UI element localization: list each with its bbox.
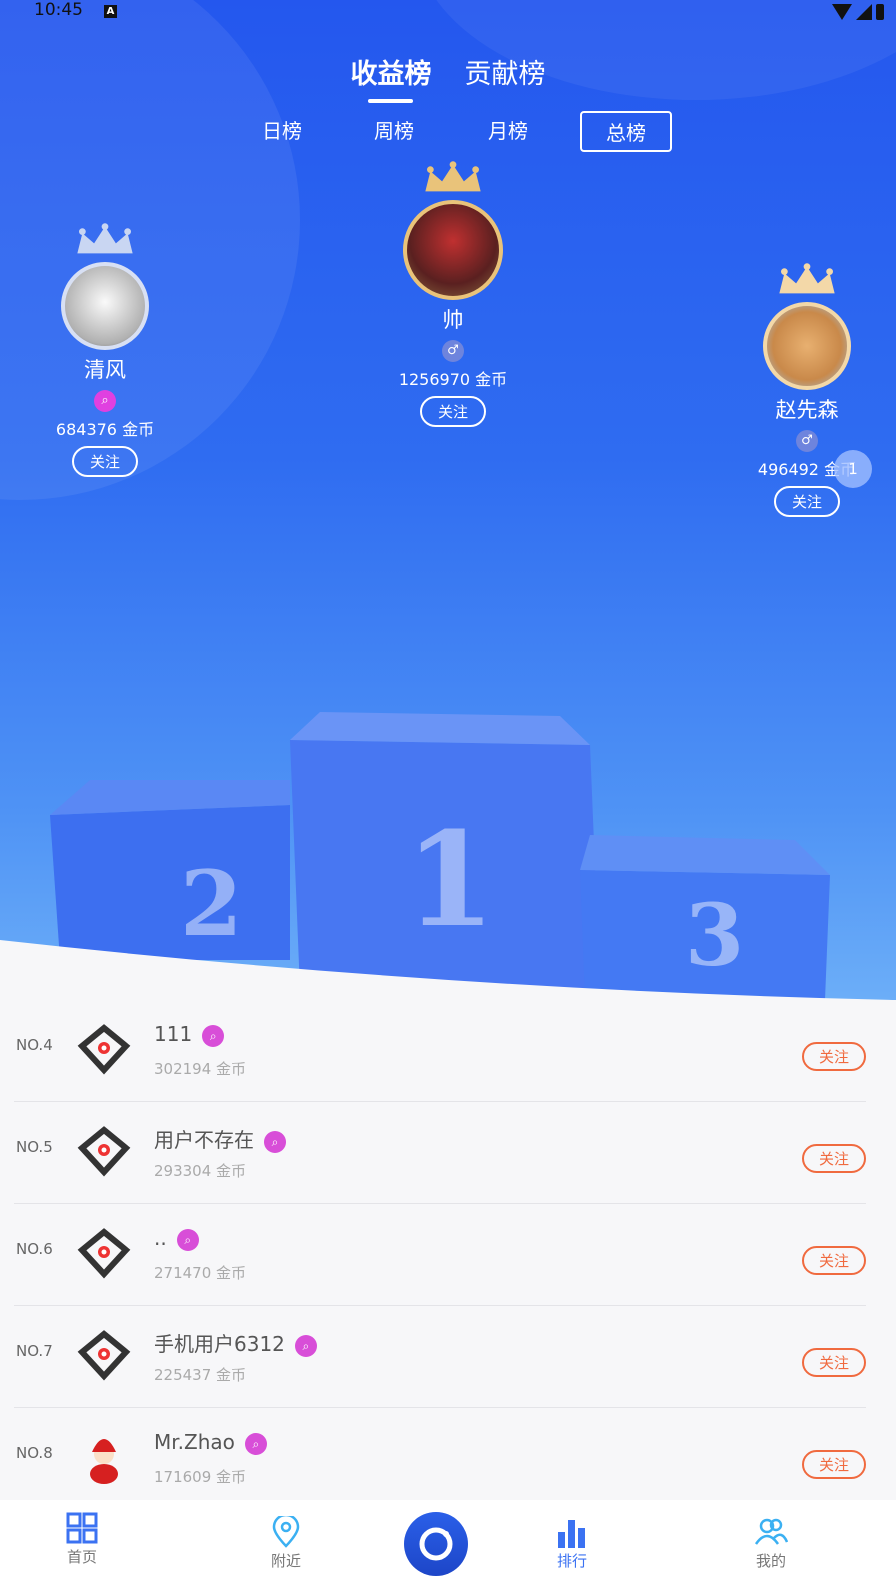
crown-icon — [425, 161, 481, 192]
status-time: 10:45 — [34, 0, 83, 20]
rank-number: NO.5 — [16, 1138, 53, 1156]
tab-label: 我的 — [755, 1552, 786, 1570]
avatar — [77, 1330, 131, 1381]
avatar — [77, 1228, 131, 1279]
camera-icon — [419, 1527, 453, 1561]
user-coins: 293304 金币 — [154, 1162, 247, 1180]
sim-icon: A — [104, 5, 117, 18]
tab-label: 排行 — [556, 1552, 587, 1570]
avatar — [90, 1439, 118, 1484]
avatar[interactable] — [61, 262, 149, 350]
tab-nearby[interactable]: 附近 — [270, 1516, 302, 1571]
avatar — [77, 1024, 131, 1075]
user-name: .. ⌕ — [154, 1226, 199, 1251]
rank-number: NO.6 — [16, 1240, 53, 1258]
crown-icon — [779, 263, 835, 294]
crown-icon — [77, 223, 133, 254]
user-name: 赵先森 — [775, 398, 839, 422]
follow-button[interactable]: 关注 — [801, 1450, 866, 1479]
signal-icon — [856, 4, 872, 20]
user-name: 帅 — [442, 308, 464, 332]
user-coins: 1256970 金币 — [398, 370, 508, 389]
gender-icon: ♂ — [796, 430, 818, 452]
list-item[interactable]: NO.5 用户不存在 ⌕ 293304 金币 关注 — [14, 1102, 866, 1204]
user-coins: 302194 金币 — [154, 1060, 247, 1078]
search-badge-icon: ⌕ — [202, 1024, 225, 1047]
tab-home[interactable]: 首页 — [66, 1512, 98, 1567]
follow-button[interactable]: 关注 — [773, 486, 840, 517]
search-badge-icon: ⌕ — [244, 1432, 267, 1455]
search-badge-icon: ⌕ — [176, 1228, 199, 1251]
tab-contribution[interactable]: 贡献榜 — [465, 52, 546, 91]
user-coins: 171609 金币 — [154, 1468, 247, 1486]
list-item[interactable]: NO.7 手机用户6312 ⌕ 225437 金币 关注 — [14, 1306, 866, 1408]
user-coins: 225437 金币 — [154, 1366, 247, 1384]
period-total[interactable]: 总榜 — [580, 111, 672, 152]
list-item[interactable]: NO.8 Mr.Zhao ⌕ 171609 金币 关注 — [14, 1408, 866, 1510]
rank-number: NO.8 — [16, 1444, 53, 1462]
tab-label: 附近 — [270, 1552, 301, 1570]
follow-button[interactable]: 关注 — [801, 1246, 866, 1275]
user-name: 手机用户6312 ⌕ — [154, 1328, 317, 1357]
user-name: 清风 — [84, 358, 126, 382]
search-badge-icon: ⌕ — [94, 390, 116, 412]
list-item[interactable]: NO.4 111 ⌕ 302194 金币 关注 — [14, 1000, 866, 1102]
period-day[interactable]: 日榜 — [262, 115, 302, 144]
follow-button[interactable]: 关注 — [801, 1348, 866, 1377]
tab-mine[interactable]: 我的 — [754, 1516, 788, 1571]
gender-icon: ♂ — [442, 340, 464, 362]
camera-button[interactable] — [404, 1512, 468, 1576]
period-month[interactable]: 月榜 — [488, 115, 528, 144]
users-icon — [754, 1518, 788, 1545]
follow-button[interactable]: 关注 — [71, 446, 138, 477]
user-name: Mr.Zhao ⌕ — [154, 1430, 267, 1455]
user-coins: 271470 金币 — [154, 1264, 247, 1282]
search-badge-icon: ⌕ — [264, 1130, 286, 1153]
search-badge-icon: ⌕ — [294, 1334, 317, 1357]
follow-button[interactable]: 关注 — [801, 1144, 866, 1173]
tab-income[interactable]: 收益榜 — [350, 52, 431, 103]
battery-icon — [876, 4, 884, 20]
bar-chart-icon — [558, 1520, 585, 1548]
floating-badge[interactable]: 1 — [834, 450, 872, 488]
avatar[interactable] — [403, 200, 503, 300]
avatar[interactable] — [763, 302, 851, 390]
location-icon — [272, 1516, 300, 1548]
rank-list: NO.4 111 ⌕ 302194 金币 关注 NO.5 用户不存在 ⌕ 29330… — [0, 1000, 896, 1510]
avatar — [77, 1126, 131, 1177]
tab-rank[interactable]: 排行 — [556, 1518, 588, 1571]
rank-number: NO.4 — [16, 1036, 53, 1054]
period-week[interactable]: 周榜 — [374, 115, 414, 144]
status-bar: 10:45 A — [0, 0, 896, 26]
grid-icon — [66, 1512, 98, 1544]
rank-number: NO.7 — [16, 1342, 53, 1360]
follow-button[interactable]: 关注 — [419, 396, 486, 427]
user-name: 用户不存在 ⌕ — [154, 1124, 286, 1153]
wifi-icon — [832, 4, 852, 20]
user-name: 111 ⌕ — [154, 1022, 225, 1047]
list-item[interactable]: NO.6 .. ⌕ 271470 金币 关注 — [14, 1204, 866, 1306]
board-tabs: 收益榜 贡献榜 — [0, 52, 896, 103]
podium-first: 帅 ♂ 1256970 金币 关注 — [378, 160, 528, 427]
podium-second: 清风 ⌕ 684376 金币 关注 — [30, 222, 180, 477]
follow-button[interactable]: 关注 — [801, 1042, 866, 1071]
user-coins: 684376 金币 — [55, 420, 155, 439]
tab-label: 首页 — [66, 1548, 97, 1566]
